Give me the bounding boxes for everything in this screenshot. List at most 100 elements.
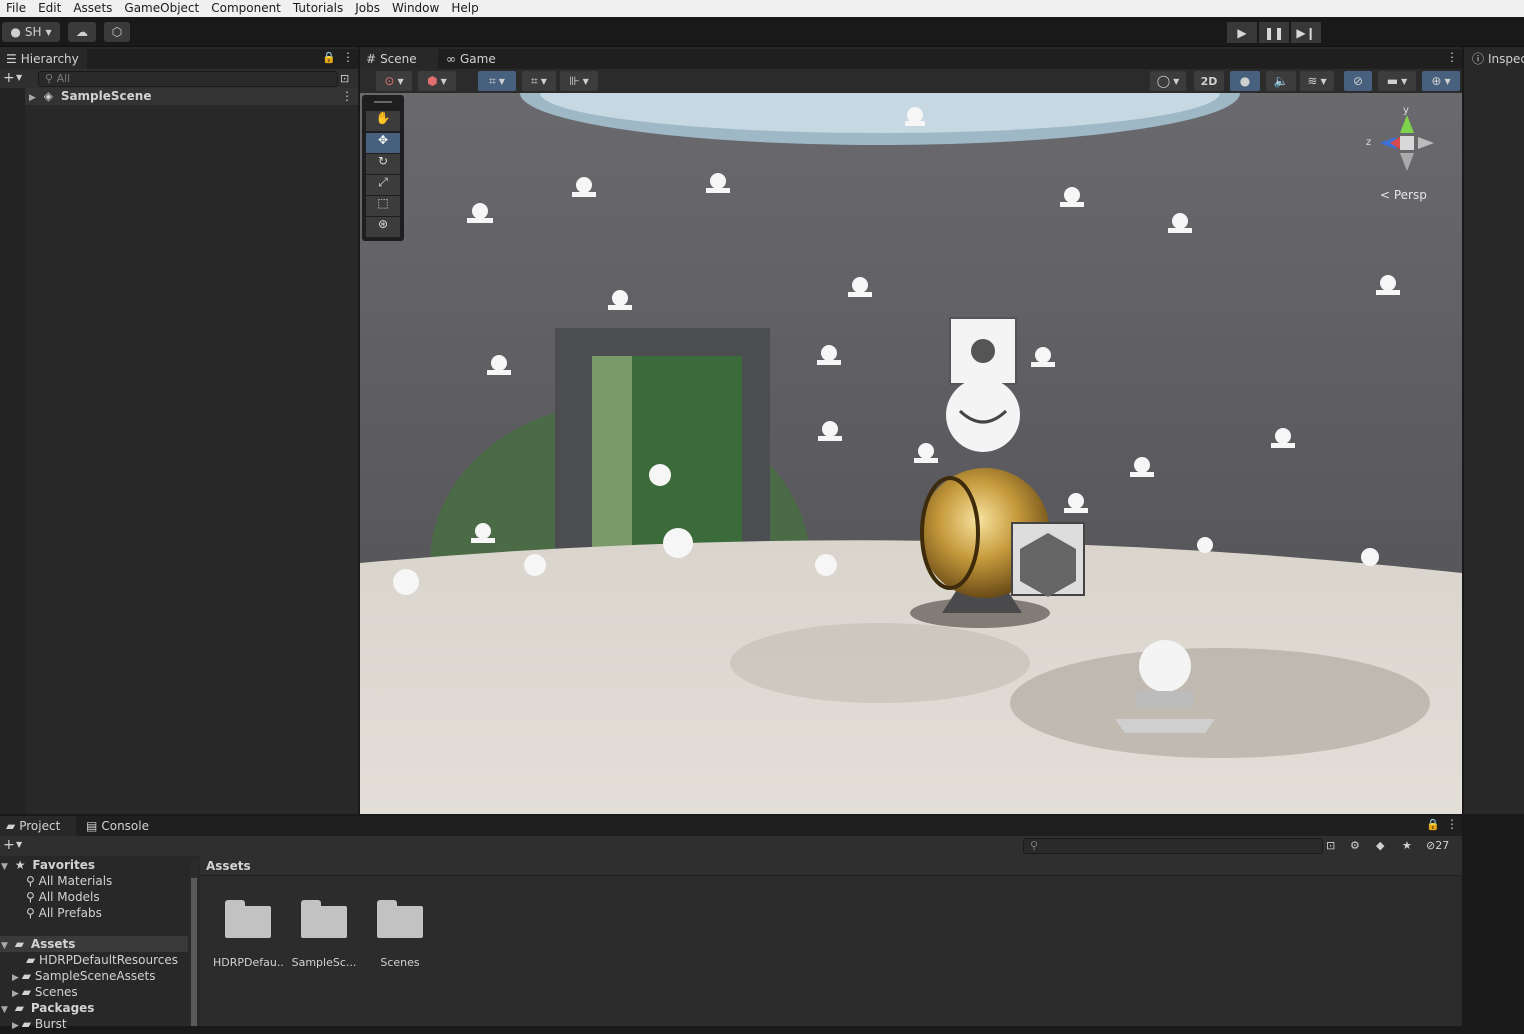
menu-window[interactable]: Window	[386, 0, 445, 17]
chevron-down-icon[interactable]: ▼	[16, 840, 22, 849]
lock-icon[interactable]: 🔒	[322, 51, 336, 64]
tree-item-label: SampleSceneAssets	[34, 969, 156, 983]
tree-favorites[interactable]: ▼ ★ Favorites	[0, 857, 190, 873]
camera-dropdown[interactable]: ▬ ▼	[1378, 71, 1416, 91]
audio-toggle[interactable]: 🔈	[1266, 71, 1296, 91]
menu-jobs[interactable]: Jobs	[349, 0, 386, 17]
project-search-input[interactable]: ⚲	[1023, 838, 1323, 854]
projection-label[interactable]: < Persp	[1380, 188, 1427, 202]
tab-console[interactable]: ▤ Console	[80, 816, 157, 836]
tab-hierarchy[interactable]: ☰ Hierarchy	[0, 49, 87, 69]
add-icon[interactable]: +	[3, 70, 15, 86]
grid-snap-toggle[interactable]: ⌗ ▼	[478, 71, 516, 91]
folder-icon: ▰	[14, 937, 24, 951]
menu-file[interactable]: File	[0, 0, 32, 17]
more-icon[interactable]: ⋮	[1446, 50, 1458, 64]
hierarchy-tabbar: ☰ Hierarchy 🔒 ⋮	[0, 49, 358, 69]
label-icon[interactable]: ◆	[1376, 839, 1384, 852]
asset-folder-tile[interactable]: SampleSc...	[289, 898, 359, 969]
rotate-tool[interactable]: ↻	[366, 154, 400, 174]
chevron-down-icon[interactable]: ▼	[16, 73, 22, 82]
increment-snap-dropdown[interactable]: ⌗ ▼	[522, 71, 556, 91]
tree-folder-scenes[interactable]: ▶ ▰ Scenes	[12, 984, 78, 1000]
hierarchy-item-samplescene[interactable]: ▶ ◈ SampleScene ⋮	[25, 88, 358, 105]
tree-favorite-all-materials[interactable]: ⚲ All Materials	[26, 873, 112, 889]
filter-type-icon[interactable]: ⚙	[1350, 839, 1360, 852]
scene-filter-icon[interactable]: ⊡	[340, 72, 349, 85]
pause-button[interactable]: ❚❚	[1259, 22, 1289, 43]
menu-assets[interactable]: Assets	[67, 0, 118, 17]
menu-help[interactable]: Help	[445, 0, 484, 17]
tab-inspector-label: Inspec	[1488, 52, 1524, 66]
more-icon[interactable]: ⋮	[341, 88, 353, 104]
tab-inspector[interactable]: ⓘ Inspec	[1464, 49, 1524, 69]
play-button[interactable]: ▶	[1227, 22, 1257, 43]
drag-handle[interactable]	[374, 101, 392, 103]
menu-component[interactable]: Component	[205, 0, 287, 17]
chevron-down-icon: ▼	[45, 27, 52, 37]
chevron-down-icon: ▼	[582, 76, 589, 86]
step-button[interactable]: ▶❙	[1291, 22, 1321, 43]
tab-project-label: Project	[19, 819, 61, 833]
rotate-icon: ↻	[377, 154, 389, 168]
move-tool[interactable]: ✥	[366, 133, 400, 153]
more-icon[interactable]: ⋮	[1446, 817, 1458, 831]
tree-item-label: Scenes	[34, 985, 78, 999]
rect-tool[interactable]: ⬚	[366, 196, 400, 216]
folder-icon: ▰	[21, 985, 35, 999]
snap-settings-dropdown[interactable]: ⊪ ▼	[560, 71, 598, 91]
hidden-packages-toggle[interactable]: ⊘27	[1426, 839, 1449, 852]
menu-gameobject[interactable]: GameObject	[118, 0, 205, 17]
render-mode-dropdown[interactable]: ⬢ ▼	[418, 71, 456, 91]
tab-game[interactable]: ∞ Game	[440, 49, 504, 69]
folder-icon	[223, 898, 273, 940]
tree-favorite-all-models[interactable]: ⚲ All Models	[26, 889, 100, 905]
tree-folder-samplesceneassets[interactable]: ▶ ▰ SampleSceneAssets	[12, 968, 155, 984]
gizmos-dropdown[interactable]: ⊕ ▼	[1422, 71, 1460, 91]
hierarchy-search-input[interactable]: ⚲ All	[38, 71, 338, 87]
lock-icon[interactable]: 🔒	[1426, 818, 1440, 831]
menu-edit[interactable]: Edit	[32, 0, 67, 17]
cloud-button[interactable]: ☁	[68, 22, 96, 42]
scrollbar-thumb[interactable]	[191, 878, 197, 1026]
tree-favorite-all-prefabs[interactable]: ⚲ All Prefabs	[26, 905, 102, 921]
breadcrumb-assets[interactable]: Assets	[206, 859, 251, 873]
star-icon[interactable]: ★	[1402, 839, 1412, 852]
lighting-toggle[interactable]: ●	[1230, 71, 1260, 91]
more-icon[interactable]: ⋮	[342, 50, 354, 64]
toggle-2d-button[interactable]: 2D	[1194, 71, 1224, 91]
asset-folder-tile[interactable]: HDRPDefau...	[213, 898, 283, 969]
scale-tool[interactable]: ⤢	[366, 175, 400, 195]
expand-arrow-icon[interactable]: ▶	[29, 93, 36, 103]
tree-assets[interactable]: ▼ ▰ Assets	[0, 936, 188, 952]
folder-icon: ▰	[21, 1017, 35, 1031]
account-dropdown[interactable]: ● SH ▼	[2, 22, 60, 42]
search-scope-icon[interactable]: ⊡	[1326, 839, 1335, 852]
asset-folder-tile[interactable]: Scenes	[365, 898, 435, 969]
tab-scene[interactable]: # Scene	[360, 49, 438, 69]
collab-button[interactable]: ⬡	[104, 22, 130, 42]
tree-folder-hdrp[interactable]: ▰ HDRPDefaultResources	[26, 952, 178, 968]
tree-package-burst[interactable]: ▶ ▰ Burst	[12, 1016, 67, 1032]
menu-tutorials[interactable]: Tutorials	[287, 0, 349, 17]
scene-visibility-toggle[interactable]: ⊘	[1344, 71, 1372, 91]
asset-folder-label: Scenes	[380, 956, 420, 969]
draw-mode-dropdown[interactable]: ⊙ ▼	[376, 71, 412, 91]
scene-panel: # Scene ∞ Game ⋮ ⊙ ▼ ⬢ ▼ ⌗ ▼ ⌗ ▼ ⊪ ▼ ◯ ▼ 2D ● 🔈 …	[360, 47, 1462, 814]
asset-folder-label: SampleSc...	[291, 956, 357, 969]
folder-icon	[299, 898, 349, 940]
tree-scrollbar[interactable]	[190, 860, 198, 1026]
tab-project[interactable]: ▰ Project	[0, 816, 76, 836]
scene-viewport[interactable]: y z < Persp ✋ ✥ ↻ ⤢ ⬚ ⊛	[360, 93, 1462, 814]
transform-tool[interactable]: ⊛	[366, 217, 400, 237]
chevron-down-icon: ▼	[1320, 76, 1327, 86]
add-icon[interactable]: +	[3, 837, 15, 853]
tree-packages[interactable]: ▼ ▰ Packages	[0, 1000, 190, 1016]
folder-icon: ▰	[26, 953, 40, 967]
effects-dropdown[interactable]: ≋ ▼	[1300, 71, 1334, 91]
transform-icon: ⊛	[377, 217, 389, 231]
scene-tabbar: # Scene ∞ Game ⋮	[360, 49, 1462, 69]
chevron-down-icon: ▼	[1401, 76, 1408, 86]
shading-dropdown[interactable]: ◯ ▼	[1150, 71, 1186, 91]
hand-tool[interactable]: ✋	[366, 111, 400, 131]
